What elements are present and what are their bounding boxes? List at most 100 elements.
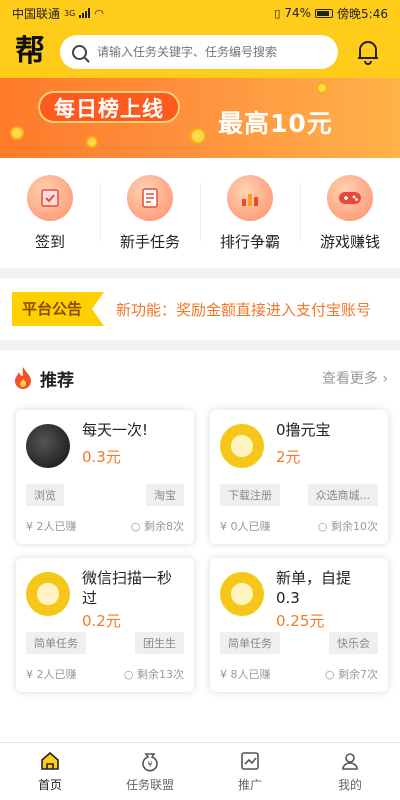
home-icon	[41, 751, 59, 770]
quick-nav-label: 新手任务	[119, 232, 180, 251]
chevron-right-icon: ›	[382, 371, 388, 387]
quick-nav-newbie-task[interactable]: 新手任务	[100, 174, 200, 252]
tab-promotion[interactable]: 推广	[200, 743, 300, 800]
notice-tag: 平台公告	[12, 292, 105, 326]
banner-title: 每日榜上线	[38, 91, 180, 123]
earned-count: ¥ 2人已赚	[26, 520, 77, 533]
person-icon: ○	[123, 668, 137, 681]
person-icon: ○	[324, 668, 338, 681]
chart-icon	[241, 752, 259, 770]
person-icon: ○	[317, 520, 331, 533]
task-avatar	[26, 572, 70, 616]
tab-label: 推广	[237, 778, 262, 792]
app-screen: 中国联通 3G ◠ ▯ 74% 傍晚5:46 帮 每日榜上线 最高10元	[0, 0, 400, 800]
tab-mine[interactable]: 我的	[300, 743, 400, 800]
remaining-count: ○ 剩余10次	[317, 520, 378, 533]
search-icon	[72, 44, 87, 60]
vibrate-icon: ▯	[274, 6, 281, 20]
tab-label: 首页	[37, 778, 62, 792]
task-card[interactable]: 0撸元宝 2元 下载注册 众选商城... ¥ 0人已赚 ○ 剩余10次	[210, 410, 388, 544]
remaining-count: ○ 剩余13次	[123, 668, 184, 681]
yuan-icon: ¥	[220, 668, 231, 681]
task-price: 0.3元	[82, 448, 121, 466]
task-card-grid: 每天一次! 0.3元 浏览 淘宝 ¥ 2人已赚 ○ 剩余8次 0撸元宝 2元 下…	[8, 406, 392, 692]
task-tag: 简单任务	[26, 632, 86, 654]
banner-subtitle: 最高10元	[218, 109, 333, 138]
coin-icon	[316, 82, 328, 94]
quick-nav-label: 游戏赚钱	[319, 232, 380, 251]
notification-bell-icon[interactable]	[348, 32, 388, 72]
task-tag: 快乐会	[329, 632, 378, 654]
person-icon: ○	[130, 520, 144, 533]
task-avatar	[26, 424, 70, 468]
status-bar: 中国联通 3G ◠ ▯ 74% 傍晚5:46	[0, 0, 400, 26]
task-tag: 下载注册	[220, 484, 280, 506]
recommend-title: 推荐	[40, 370, 74, 391]
task-price: 0.2元	[82, 612, 121, 630]
top-header: 帮	[0, 26, 400, 78]
task-price: 2元	[276, 448, 301, 466]
tab-task-alliance[interactable]: ¥ 任务联盟	[100, 743, 200, 800]
ranking-icon	[227, 174, 273, 221]
carrier-label: 中国联通	[12, 6, 61, 21]
search-input[interactable]	[97, 45, 326, 59]
task-card[interactable]: 微信扫描一秒过 0.2元 简单任务 团生生 ¥ 2人已赚 ○ 剩余13次	[16, 558, 194, 692]
recommend-header: 推荐 查看更多 ›	[8, 350, 392, 406]
battery-percent: 74%	[284, 6, 312, 20]
task-avatar	[220, 424, 264, 468]
fire-icon	[15, 367, 31, 389]
coin-icon	[86, 136, 98, 148]
sign-in-icon	[27, 174, 73, 221]
task-price: 0.25元	[276, 612, 325, 630]
task-title: 0撸元宝	[276, 421, 331, 439]
task-title: 新单，自提0.3	[276, 569, 352, 607]
task-tag: 淘宝	[146, 484, 184, 506]
tab-label: 任务联盟	[125, 778, 174, 792]
remaining-count: ○ 剩余7次	[324, 668, 378, 681]
task-tag: 团生生	[135, 632, 184, 654]
earned-count: ¥ 8人已赚	[220, 668, 271, 681]
task-title: 每天一次!	[82, 421, 149, 439]
coin-icon	[190, 128, 206, 144]
task-card[interactable]: 每天一次! 0.3元 浏览 淘宝 ¥ 2人已赚 ○ 剩余8次	[16, 410, 194, 544]
recommend-section: 推荐 查看更多 › 每天一次! 0.3元 浏览 淘宝 ¥ 2人已赚 ○ 剩余8次…	[0, 350, 400, 750]
yuan-icon: ¥	[220, 520, 231, 533]
game-controller-icon	[327, 174, 373, 221]
quick-nav-game[interactable]: 游戏赚钱	[300, 174, 400, 252]
see-more-link[interactable]: 查看更多 ›	[322, 368, 388, 388]
promo-banner[interactable]: 每日榜上线 最高10元	[0, 78, 400, 158]
quick-nav-label: 签到	[34, 232, 65, 251]
task-title: 微信扫描一秒过	[82, 569, 173, 607]
coin-icon	[10, 126, 24, 140]
platform-notice[interactable]: 平台公告 新功能：奖励金额直接进入支付宝账号	[0, 278, 400, 340]
signal-icon	[79, 8, 91, 18]
tab-home[interactable]: 首页	[0, 743, 100, 800]
user-icon	[342, 753, 358, 770]
earned-count: ¥ 0人已赚	[220, 520, 271, 533]
task-tag: 简单任务	[220, 632, 280, 654]
clock: 傍晚5:46	[337, 6, 388, 21]
network-label: 3G	[64, 8, 76, 18]
newbie-task-icon	[127, 174, 173, 221]
tab-label: 我的	[337, 778, 362, 792]
wifi-icon: ◠	[94, 6, 104, 20]
search-bar[interactable]	[60, 35, 338, 69]
notice-text: 新功能：奖励金额直接进入支付宝账号	[116, 300, 372, 319]
yuan-icon: ¥	[26, 668, 37, 681]
battery-icon	[315, 8, 334, 18]
task-avatar	[220, 572, 264, 616]
yuan-icon: ¥	[26, 520, 37, 533]
bottom-tab-bar: 首页 ¥ 任务联盟 推广 我的	[0, 742, 400, 800]
quick-nav: 签到 新手任务 排行争霸 游戏赚钱	[0, 158, 400, 268]
quick-nav-ranking[interactable]: 排行争霸	[200, 174, 300, 252]
app-logo: 帮	[15, 34, 45, 69]
quick-nav-sign-in[interactable]: 签到	[0, 174, 100, 252]
remaining-count: ○ 剩余8次	[130, 520, 184, 533]
quick-nav-label: 排行争霸	[219, 232, 280, 251]
task-card[interactable]: 新单，自提0.3 0.25元 简单任务 快乐会 ¥ 8人已赚 ○ 剩余7次	[210, 558, 388, 692]
task-tag: 浏览	[26, 484, 64, 506]
earned-count: ¥ 2人已赚	[26, 668, 77, 681]
svg-text:¥: ¥	[147, 760, 152, 769]
task-tag: 众选商城...	[307, 484, 378, 506]
see-more-label: 查看更多	[321, 371, 378, 387]
